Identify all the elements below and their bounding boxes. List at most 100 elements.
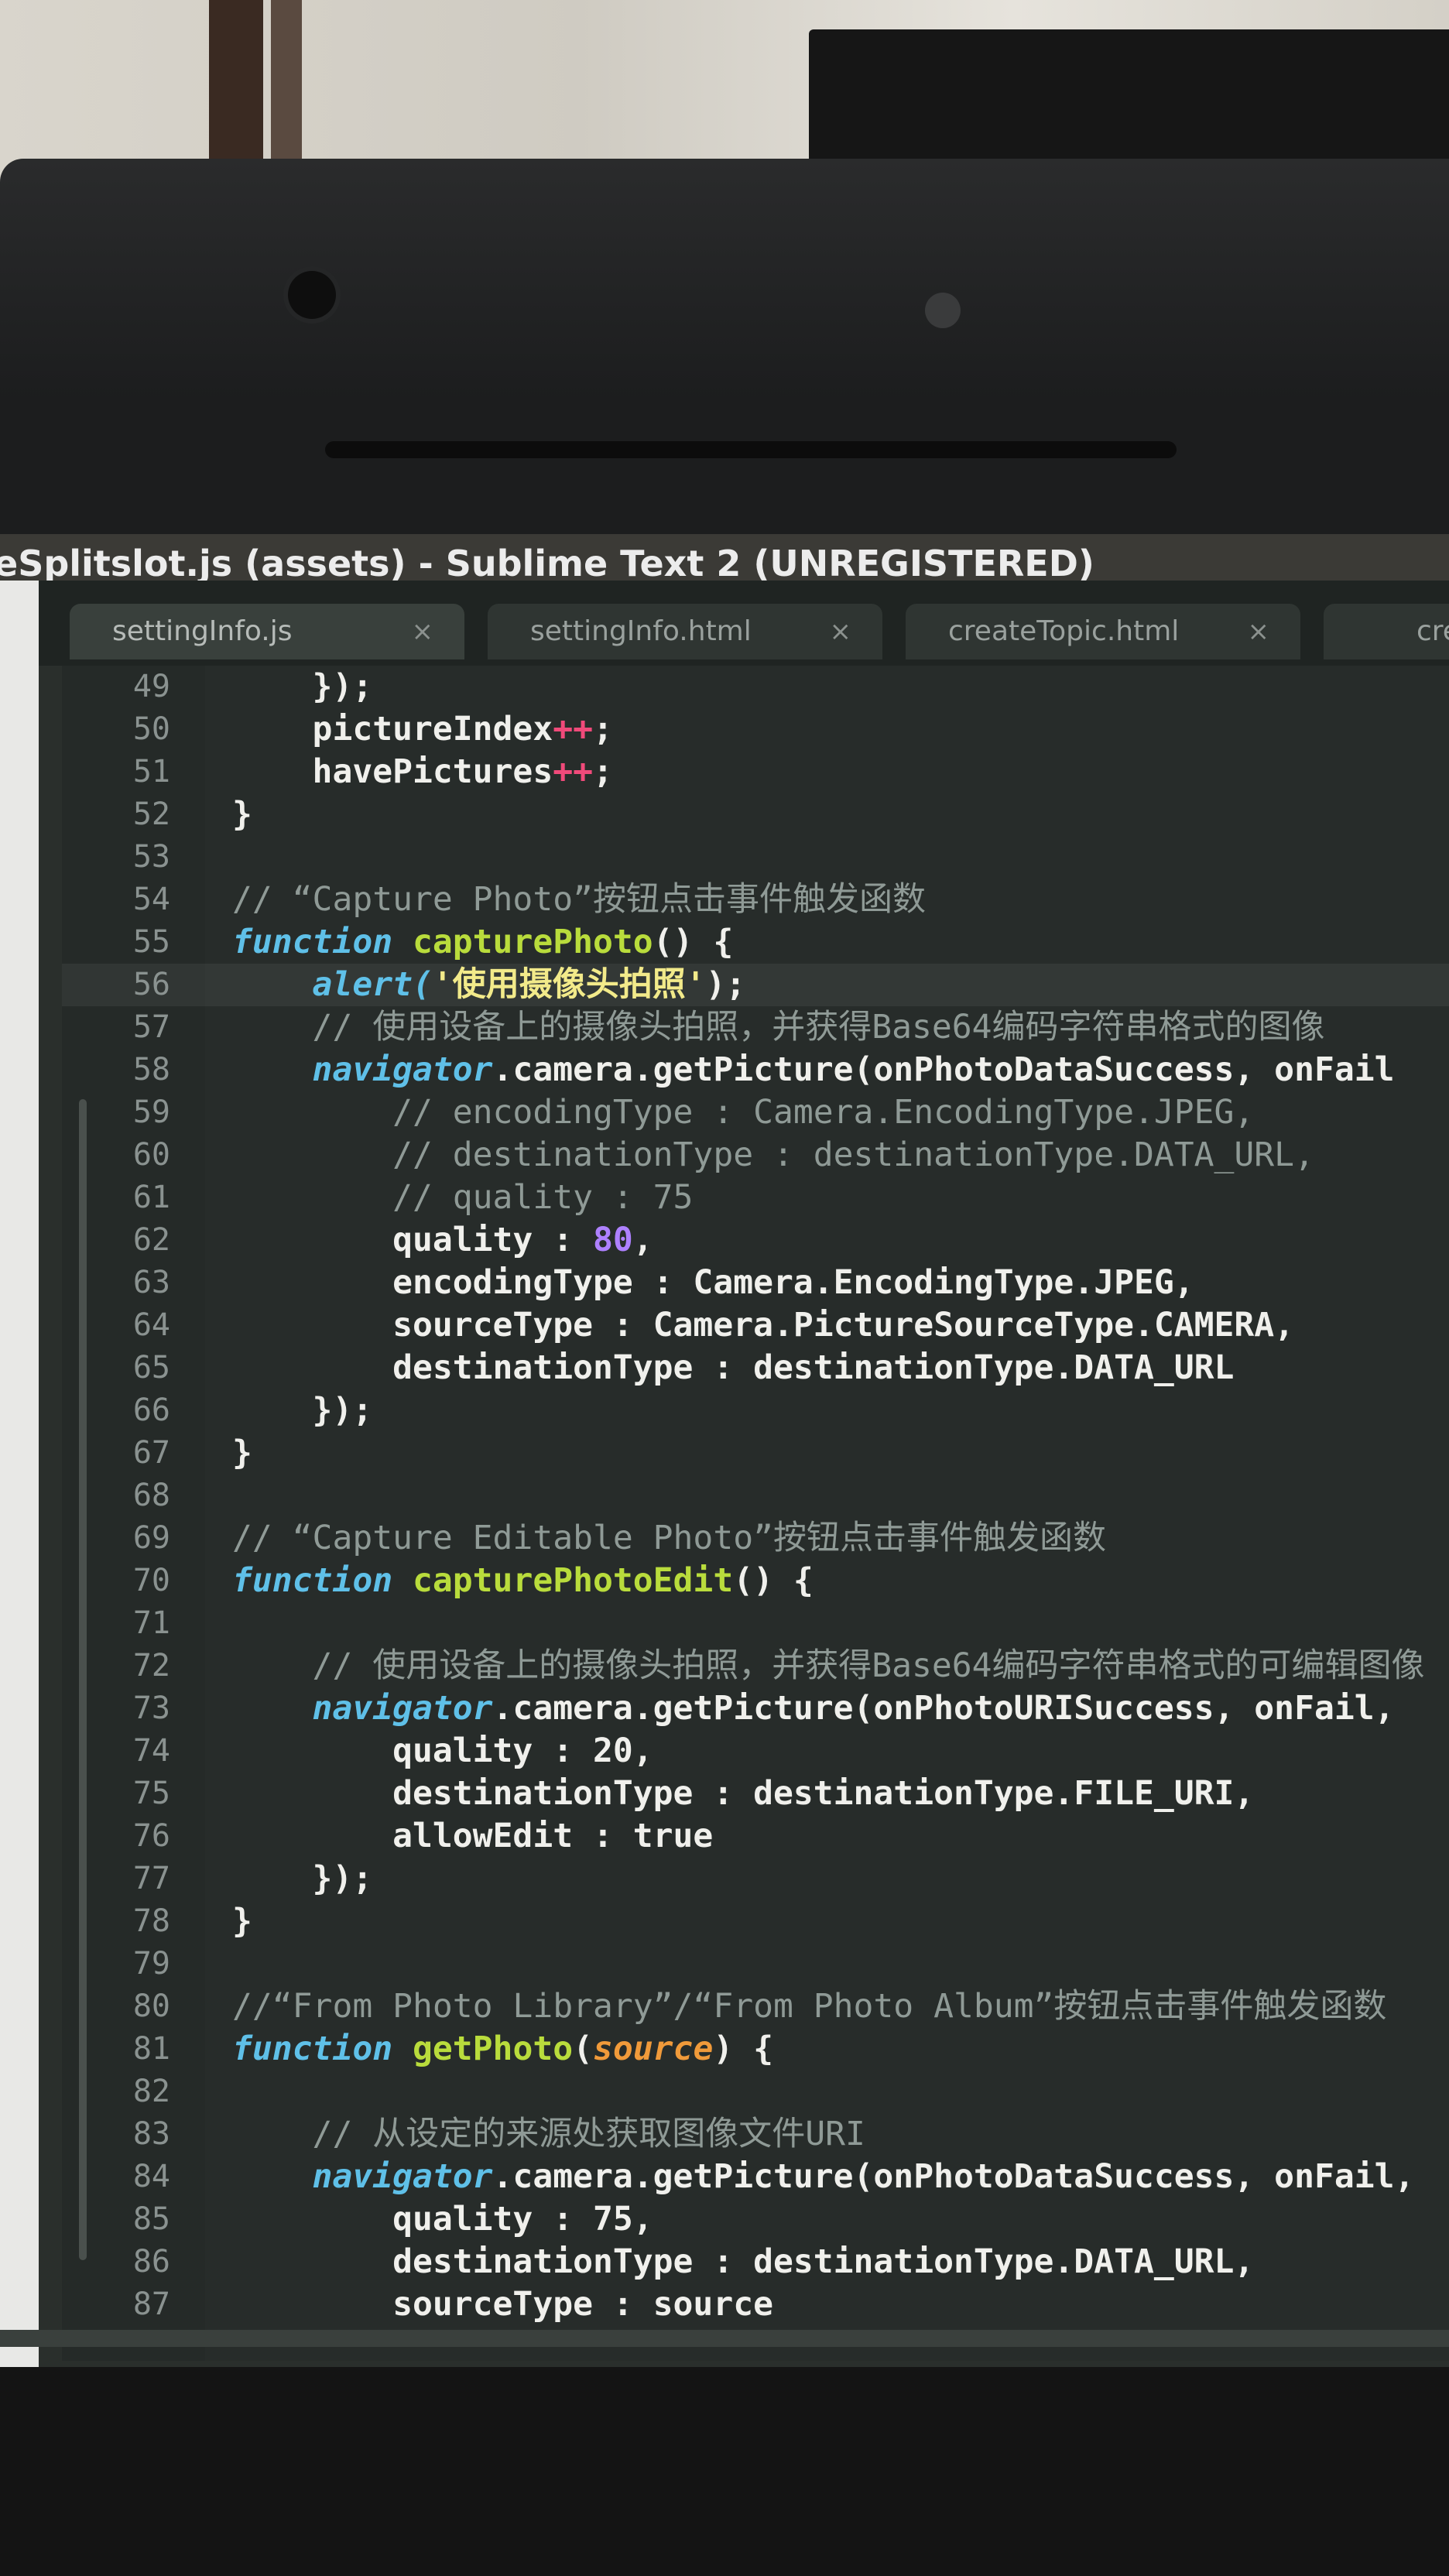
- code-line-current[interactable]: 56 alert('使用摄像头拍照');: [62, 964, 1449, 1006]
- code-comment: //“From Photo Library”/“From Photo Album…: [232, 1987, 1387, 2026]
- code-line[interactable]: 61 // quality : 75: [62, 1177, 1449, 1219]
- line-number: 58: [132, 1052, 170, 1088]
- code-text: navigator.camera.getPicture(onPhotoDataS…: [232, 1050, 1395, 1089]
- close-icon[interactable]: ×: [412, 604, 434, 659]
- line-number: 63: [132, 1265, 170, 1300]
- code-line[interactable]: 86 destinationType : destinationType.DAT…: [62, 2241, 1449, 2283]
- line-number: 65: [132, 1350, 170, 1386]
- code-text: quality : 80,: [232, 1221, 653, 1259]
- side-pane: [0, 581, 39, 2367]
- line-number: 83: [132, 2116, 170, 2152]
- code-text: sourceType : source: [232, 2285, 773, 2324]
- line-number: 79: [132, 1946, 170, 1982]
- line-number: 74: [132, 1733, 170, 1769]
- code-text: });: [232, 1391, 373, 1430]
- code-line[interactable]: 75 destinationType : destinationType.FIL…: [62, 1773, 1449, 1815]
- close-icon[interactable]: ×: [830, 604, 852, 659]
- code-line[interactable]: 85 quality : 75,: [62, 2198, 1449, 2241]
- code-line[interactable]: 72 // 使用设备上的摄像头拍照，并获得Base64编码字符串格式的可编辑图像: [62, 1645, 1449, 1687]
- line-number: 85: [132, 2201, 170, 2237]
- code-editor[interactable]: 49 }); 50 pictureIndex++; 51 havePicture…: [62, 666, 1449, 2361]
- code-text: }: [232, 1434, 252, 1472]
- code-line[interactable]: 82: [62, 2071, 1449, 2113]
- line-number: 49: [132, 669, 170, 704]
- line-number: 56: [132, 967, 170, 1002]
- code-text: destinationType : destinationType.FILE_U…: [232, 1774, 1255, 1813]
- bezel-slot: [325, 441, 1177, 458]
- horizontal-scrollbar[interactable]: [0, 2330, 1449, 2347]
- tab-settinginfo-html[interactable]: settingInfo.html ×: [488, 604, 882, 659]
- laptop-lower-bezel: [0, 2367, 1449, 2576]
- code-line[interactable]: 70 function capturePhotoEdit() {: [62, 1560, 1449, 1602]
- code-text: function capturePhotoEdit() {: [232, 1561, 814, 1600]
- code-line[interactable]: 60 // destinationType : destinationType.…: [62, 1134, 1449, 1177]
- tab-creat[interactable]: creat: [1324, 604, 1449, 659]
- code-line[interactable]: 78}: [62, 1900, 1449, 1943]
- code-text: quality : 20,: [232, 1732, 653, 1770]
- code-line[interactable]: 76 allowEdit : true: [62, 1815, 1449, 1858]
- line-number: 50: [132, 711, 170, 747]
- code-comment: // 从设定的来源处获取图像文件URI: [232, 2115, 865, 2153]
- code-line[interactable]: 66 });: [62, 1389, 1449, 1432]
- code-line[interactable]: 83 // 从设定的来源处获取图像文件URI: [62, 2113, 1449, 2156]
- door-frame: [209, 0, 263, 170]
- code-line[interactable]: 73 navigator.camera.getPicture(onPhotoUR…: [62, 1687, 1449, 1730]
- line-number: 60: [132, 1137, 170, 1173]
- line-number: 69: [132, 1520, 170, 1556]
- code-line[interactable]: 68: [62, 1475, 1449, 1517]
- line-number: 59: [132, 1094, 170, 1130]
- code-line[interactable]: 65 destinationType : destinationType.DAT…: [62, 1347, 1449, 1389]
- tab-settinginfo-js[interactable]: settingInfo.js ×: [70, 604, 464, 659]
- code-line[interactable]: 64 sourceType : Camera.PictureSourceType…: [62, 1304, 1449, 1347]
- line-number: 67: [132, 1435, 170, 1471]
- code-text: alert('使用摄像头拍照');: [232, 965, 746, 1004]
- code-text: quality : 75,: [232, 2200, 653, 2239]
- code-text: function getPhoto(source) {: [232, 2030, 774, 2068]
- code-text: allowEdit : true: [232, 1817, 714, 1855]
- code-line[interactable]: 84 navigator.camera.getPicture(onPhotoDa…: [62, 2156, 1449, 2198]
- tab-bar: settingInfo.js × settingInfo.html × crea…: [39, 581, 1449, 666]
- code-line[interactable]: 52}: [62, 793, 1449, 836]
- line-number: 72: [132, 1648, 170, 1684]
- code-text: navigator.camera.getPicture(onPhotoDataS…: [232, 2157, 1415, 2196]
- code-line[interactable]: 50 pictureIndex++;: [62, 708, 1449, 751]
- tab-label: creat: [1416, 615, 1449, 647]
- line-number: 51: [132, 754, 170, 790]
- code-line[interactable]: 87 sourceType : source: [62, 2283, 1449, 2326]
- code-line[interactable]: 74 quality : 20,: [62, 1730, 1449, 1773]
- code-line[interactable]: 67}: [62, 1432, 1449, 1475]
- code-line[interactable]: 58 navigator.camera.getPicture(onPhotoDa…: [62, 1049, 1449, 1091]
- tab-label: createTopic.html: [948, 615, 1180, 647]
- code-line[interactable]: 80 //“From Photo Library”/“From Photo Alb…: [62, 1985, 1449, 2028]
- line-number: 61: [132, 1180, 170, 1215]
- code-line[interactable]: 51 havePictures++;: [62, 751, 1449, 793]
- code-line[interactable]: 59 // encodingType : Camera.EncodingType…: [62, 1091, 1449, 1134]
- line-number: 55: [132, 924, 170, 960]
- line-number: 52: [132, 796, 170, 832]
- window-titlebar[interactable]: eSplitslot.js (assets) - Sublime Text 2 …: [0, 534, 1449, 584]
- line-number: 71: [132, 1605, 170, 1641]
- code-line[interactable]: 62 quality : 80,: [62, 1219, 1449, 1262]
- code-line[interactable]: 77 });: [62, 1858, 1449, 1900]
- code-text: destinationType : destinationType.DATA_U…: [232, 2242, 1255, 2281]
- line-number: 78: [132, 1903, 170, 1939]
- code-comment: // 使用设备上的摄像头拍照，并获得Base64编码字符串格式的可编辑图像: [232, 1646, 1425, 1685]
- close-icon[interactable]: ×: [1248, 604, 1270, 659]
- code-line[interactable]: 71: [62, 1602, 1449, 1645]
- code-line[interactable]: 69 // “Capture Editable Photo”按钮点击事件触发函数: [62, 1517, 1449, 1560]
- code-comment: // destinationType : destinationType.DAT…: [232, 1136, 1314, 1174]
- code-line[interactable]: 53: [62, 836, 1449, 879]
- code-line[interactable]: 54 // “Capture Photo”按钮点击事件触发函数: [62, 879, 1449, 921]
- tab-createtopic-html[interactable]: createTopic.html ×: [906, 604, 1300, 659]
- code-line[interactable]: 81 function getPhoto(source) {: [62, 2028, 1449, 2071]
- code-text: destinationType : destinationType.DATA_U…: [232, 1348, 1235, 1387]
- code-line[interactable]: 79: [62, 1943, 1449, 1985]
- code-text: navigator.camera.getPicture(onPhotoURISu…: [232, 1689, 1395, 1728]
- code-line[interactable]: 57 // 使用设备上的摄像头拍照，并获得Base64编码字符串格式的图像: [62, 1006, 1449, 1049]
- code-line[interactable]: 63 encodingType : Camera.EncodingType.JP…: [62, 1262, 1449, 1304]
- code-line[interactable]: 55 function capturePhoto() {: [62, 921, 1449, 964]
- line-number: 54: [132, 882, 170, 917]
- line-number: 82: [132, 2074, 170, 2109]
- code-line[interactable]: 49 });: [62, 666, 1449, 708]
- tab-label: settingInfo.html: [530, 615, 752, 647]
